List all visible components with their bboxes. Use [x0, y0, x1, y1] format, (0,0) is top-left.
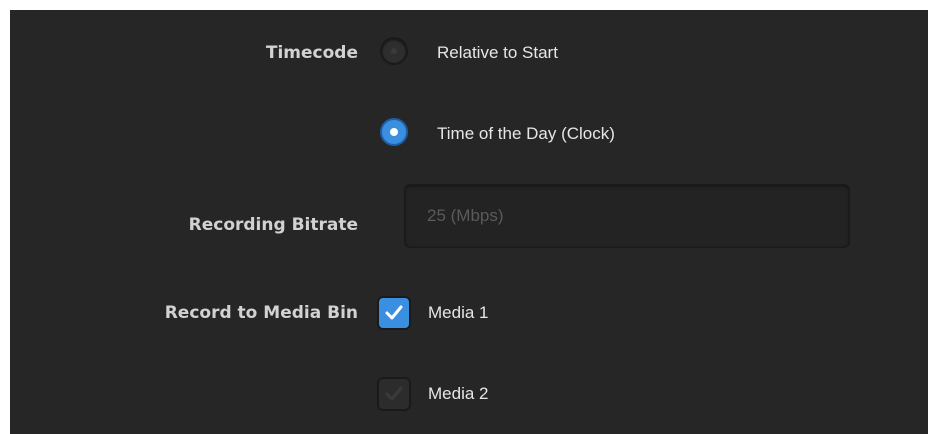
- timecode-label: Timecode: [265, 43, 358, 63]
- checkmark-icon: [385, 305, 403, 320]
- checkmark-icon: [385, 386, 403, 401]
- radio-dot: [391, 48, 397, 54]
- record-to-media-bin-label: Record to Media Bin: [164, 303, 358, 323]
- radio-label-time-of-day[interactable]: Time of the Day (Clock): [437, 124, 615, 144]
- media-1-checkbox[interactable]: [377, 296, 411, 330]
- radio-dot: [390, 128, 398, 136]
- media-2-label[interactable]: Media 2: [428, 384, 488, 404]
- radio-time-of-day[interactable]: [380, 118, 408, 146]
- media-2-checkbox[interactable]: [377, 377, 411, 411]
- radio-relative-to-start[interactable]: [380, 37, 408, 65]
- radio-label-relative-to-start[interactable]: Relative to Start: [437, 43, 558, 63]
- recording-bitrate-input[interactable]: 25 (Mbps): [404, 184, 850, 248]
- media-1-label[interactable]: Media 1: [428, 303, 488, 323]
- recording-bitrate-label: Recording Bitrate: [188, 215, 358, 235]
